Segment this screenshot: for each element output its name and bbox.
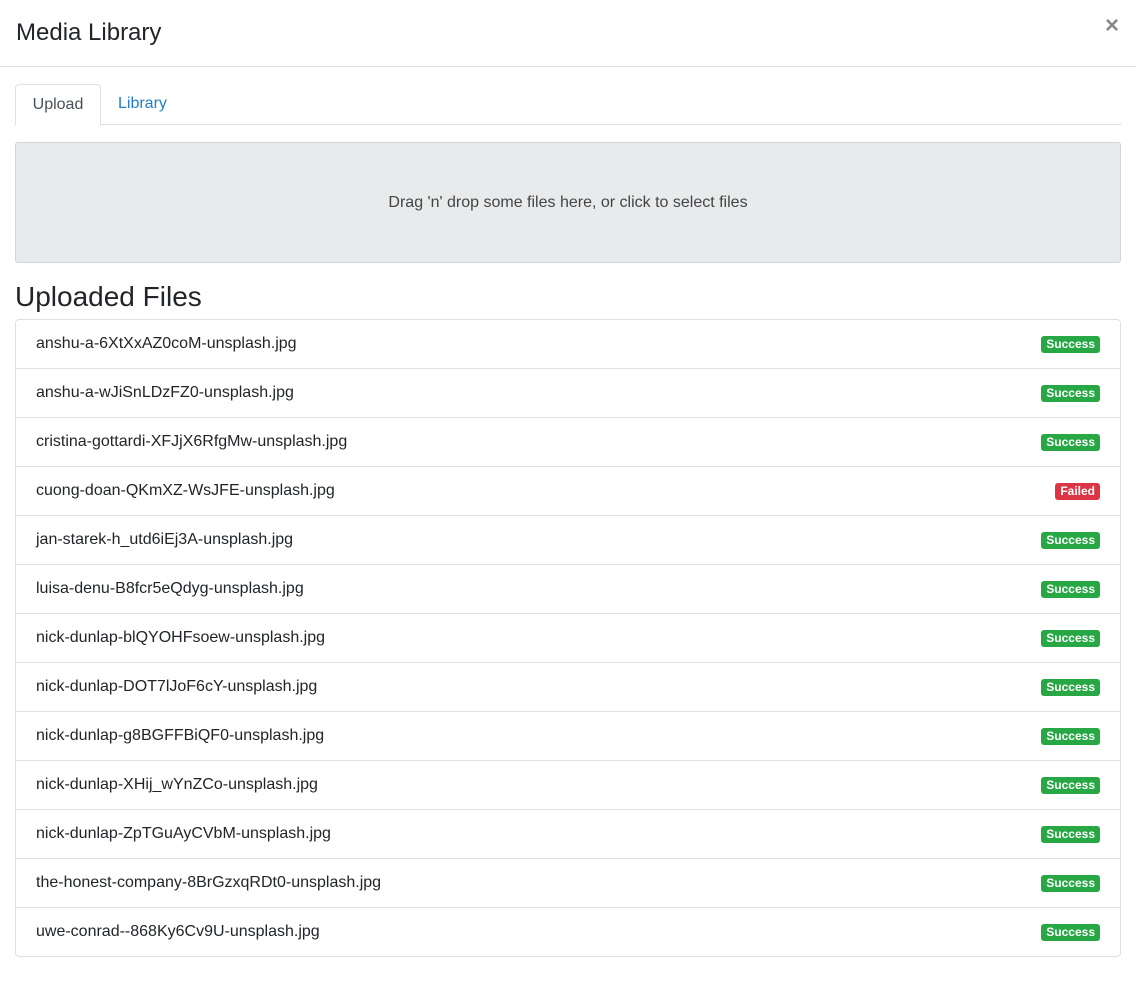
file-name: anshu-a-wJiSnLDzFZ0-unsplash.jpg	[36, 384, 294, 401]
status-badge: Success	[1041, 874, 1100, 892]
status-badge: Success	[1041, 678, 1100, 696]
list-item: cuong-doan-QKmXZ-WsJFE-unsplash.jpg Faile…	[16, 467, 1120, 516]
file-dropzone[interactable]: Drag 'n' drop some files here, or click …	[15, 142, 1121, 263]
list-item: the-honest-company-8BrGzxqRDt0-unsplash.…	[16, 859, 1120, 908]
file-name: nick-dunlap-XHij_wYnZCo-unsplash.jpg	[36, 776, 318, 793]
tab-bar: Upload Library	[15, 84, 1121, 126]
status-badge: Success	[1041, 629, 1100, 647]
file-name: cuong-doan-QKmXZ-WsJFE-unsplash.jpg	[36, 482, 335, 499]
file-name: the-honest-company-8BrGzxqRDt0-unsplash.…	[36, 874, 382, 891]
list-item: nick-dunlap-blQYOHFsoew-unsplash.jpg Succ…	[16, 614, 1120, 663]
list-item: anshu-a-6XtXxAZ0coM-unsplash.jpg Success	[16, 320, 1120, 369]
status-badge: Success	[1041, 580, 1100, 598]
file-name: nick-dunlap-DOT7lJoF6cY-unsplash.jpg	[36, 678, 318, 695]
list-item: nick-dunlap-XHij_wYnZCo-unsplash.jpg Succ…	[16, 761, 1120, 810]
list-item: nick-dunlap-DOT7lJoF6cY-unsplash.jpg Succ…	[16, 663, 1120, 712]
status-badge: Success	[1041, 727, 1100, 745]
status-badge: Success	[1041, 531, 1100, 549]
status-badge: Success	[1041, 384, 1100, 402]
close-icon[interactable]: ×	[1102, 12, 1122, 40]
list-item: uwe-conrad--868Ky6Cv9U-unsplash.jpg Succe…	[16, 908, 1120, 956]
list-item: anshu-a-wJiSnLDzFZ0-unsplash.jpg Success	[16, 369, 1120, 418]
file-name: uwe-conrad--868Ky6Cv9U-unsplash.jpg	[36, 923, 320, 940]
list-item: cristina-gottardi-XFJjX6RfgMw-unsplash.j…	[16, 418, 1120, 467]
file-name: luisa-denu-B8fcr5eQdyg-unsplash.jpg	[36, 580, 304, 597]
file-name: nick-dunlap-ZpTGuAyCVbM-unsplash.jpg	[36, 825, 331, 842]
file-name: nick-dunlap-g8BGFFBiQF0-unsplash.jpg	[36, 727, 325, 744]
file-name: jan-starek-h_utd6iEj3A-unsplash.jpg	[36, 531, 294, 548]
status-badge: Failed	[1055, 482, 1100, 500]
list-item: nick-dunlap-ZpTGuAyCVbM-unsplash.jpg Succ…	[16, 810, 1120, 859]
tab-library[interactable]: Library	[118, 84, 167, 126]
modal-body: Upload Library Drag 'n' drop some files …	[0, 84, 1136, 957]
list-item: nick-dunlap-g8BGFFBiQF0-unsplash.jpg Succ…	[16, 712, 1120, 761]
status-badge: Success	[1041, 825, 1100, 843]
uploaded-files-title: Uploaded Files	[15, 281, 202, 312]
status-badge: Success	[1041, 433, 1100, 451]
file-name: anshu-a-6XtXxAZ0coM-unsplash.jpg	[36, 335, 297, 352]
file-name: nick-dunlap-blQYOHFsoew-unsplash.jpg	[36, 629, 326, 646]
status-badge: Success	[1041, 776, 1100, 794]
file-name: cristina-gottardi-XFJjX6RfgMw-unsplash.j…	[36, 433, 348, 450]
list-item: jan-starek-h_utd6iEj3A-unsplash.jpg Succe…	[16, 516, 1120, 565]
modal-title: Media Library	[16, 19, 162, 46]
status-badge: Success	[1041, 335, 1100, 353]
modal-header: Media Library ×	[0, 0, 1136, 67]
status-badge: Success	[1041, 923, 1100, 941]
list-item: luisa-denu-B8fcr5eQdyg-unsplash.jpg Succe…	[16, 565, 1120, 614]
tab-upload[interactable]: Upload	[15, 84, 101, 126]
dropzone-text: Drag 'n' drop some files here, or click …	[388, 193, 748, 211]
media-library-modal: Media Library × Upload Library Drag 'n' …	[0, 0, 1136, 990]
uploaded-files-list: anshu-a-6XtXxAZ0coM-unsplash.jpg Success a…	[15, 319, 1121, 957]
